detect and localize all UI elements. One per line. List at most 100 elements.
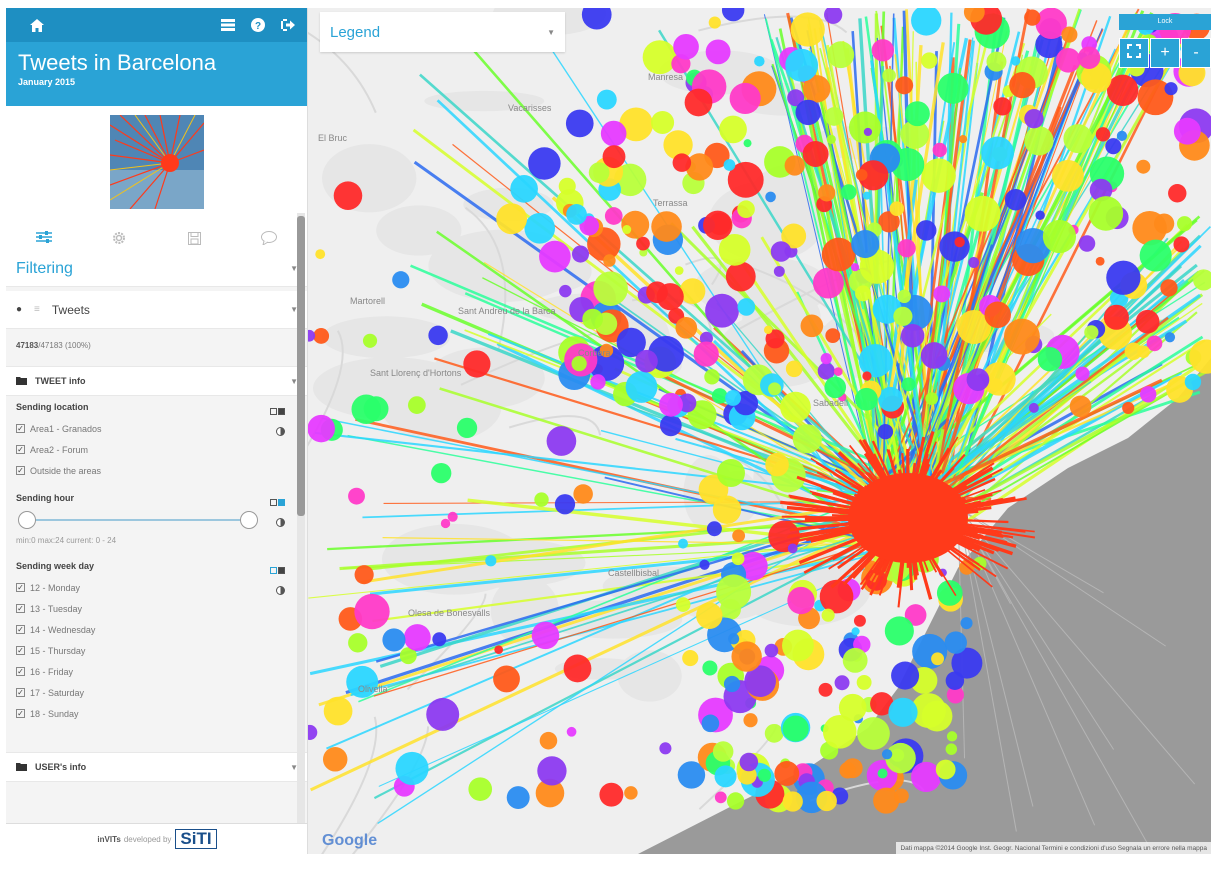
tweet-point <box>711 388 728 404</box>
deselect-all-toggle[interactable] <box>270 499 277 506</box>
tweet-point <box>795 99 821 126</box>
checkbox-saturday[interactable]: ✓ 17 - Saturday <box>16 682 298 703</box>
tweet-point <box>646 281 668 304</box>
tweet-point <box>426 697 460 731</box>
checkbox-thursday[interactable]: ✓ 15 - Thursday <box>16 640 298 661</box>
zoom-out-button[interactable]: - <box>1181 38 1211 68</box>
checkbox-area2[interactable]: ✓ Area2 - Forum <box>16 439 298 460</box>
tweet-point <box>1010 56 1021 66</box>
tweet-point <box>821 608 835 622</box>
slider-track <box>26 519 250 521</box>
tweet-point <box>743 713 758 728</box>
svg-text:?: ? <box>255 21 261 32</box>
tweet-point <box>726 792 745 810</box>
tweet-point <box>770 241 792 262</box>
zoom-in-button[interactable]: + <box>1150 38 1180 68</box>
map-attribution[interactable]: Dati mappa ©2014 Google Inst. Geogr. Nac… <box>896 842 1211 854</box>
tweet-point <box>1024 9 1041 26</box>
tweet-point <box>993 97 1012 116</box>
home-icon[interactable] <box>28 16 46 34</box>
tweet-point <box>932 142 947 158</box>
tweet-point <box>802 141 829 167</box>
list-icon[interactable] <box>219 16 237 34</box>
checkbox-box[interactable]: ✓ <box>16 583 25 592</box>
checkbox-area1[interactable]: ✓ Area1 - Granados <box>16 418 298 439</box>
checkbox-box[interactable]: ✓ <box>16 445 25 454</box>
tweet-point <box>559 284 572 298</box>
checkbox-label: Area2 - Forum <box>30 444 89 455</box>
checkbox-monday[interactable]: ✓ 12 - Monday <box>16 577 298 598</box>
footer-brand: inVITs <box>97 834 121 844</box>
top-toolbar: ? <box>6 8 307 42</box>
siti-logo[interactable]: SiTI <box>175 829 217 849</box>
checkbox-box[interactable]: ✓ <box>16 604 25 613</box>
tweet-point <box>939 231 970 262</box>
select-all-toggle[interactable] <box>278 408 285 415</box>
place-label: Sant Andreu de la Barca <box>458 306 556 316</box>
layer-selector[interactable]: ● ≡ Tweets ▼ <box>6 291 307 329</box>
tweet-point <box>600 120 627 147</box>
hour-slider-info: min:0 max:24 current: 0 - 24 <box>16 536 117 545</box>
map-view[interactable]: Manresa Vacarisses Sant Llorenç d'Hortons M… <box>308 8 1211 854</box>
tweet-point <box>447 511 458 522</box>
checkbox-sunday[interactable]: ✓ 18 - Sunday <box>16 703 298 724</box>
checkbox-box[interactable]: ✓ <box>16 667 25 676</box>
eye-icon[interactable]: ● <box>16 304 22 315</box>
tweet-point <box>900 323 925 348</box>
tweet-point <box>824 376 847 399</box>
checkbox-box[interactable]: ✓ <box>16 625 25 634</box>
map-canvas[interactable] <box>308 8 1211 854</box>
tweet-point <box>403 624 431 651</box>
checkbox-box[interactable]: ✓ <box>16 466 25 475</box>
save-icon <box>187 231 201 248</box>
checkbox-box[interactable]: ✓ <box>16 646 25 655</box>
invert-icon[interactable] <box>276 586 285 595</box>
tweet-point <box>891 661 920 690</box>
place-label: Vacarisses <box>508 103 552 113</box>
checkbox-box[interactable]: ✓ <box>16 424 25 433</box>
deselect-all-toggle[interactable] <box>270 567 277 574</box>
tweet-point <box>1168 184 1187 203</box>
tweet-point <box>636 236 650 251</box>
layer-label: Tweets <box>51 302 90 317</box>
checkbox-outside[interactable]: ✓ Outside the areas <box>16 460 298 481</box>
select-all-toggle[interactable] <box>278 567 285 574</box>
tweet-point <box>1106 260 1141 295</box>
checkbox-friday[interactable]: ✓ 16 - Friday <box>16 661 298 682</box>
user-info-header[interactable]: USER's info ▼ <box>6 752 307 782</box>
tweet-point <box>539 731 558 750</box>
sending-hour-title: Sending hour <box>16 493 74 503</box>
filtering-header[interactable]: Filtering ▼ <box>6 251 307 287</box>
checkbox-wednesday[interactable]: ✓ 14 - Wednesday <box>16 619 298 640</box>
tweet-point <box>1024 109 1044 129</box>
tweet-point <box>408 396 426 414</box>
help-icon[interactable]: ? <box>249 16 267 34</box>
fullscreen-button[interactable] <box>1119 38 1149 68</box>
sidebar-scrollbar-thumb[interactable] <box>297 216 305 516</box>
logout-icon[interactable] <box>279 16 297 34</box>
select-all-toggle[interactable] <box>278 499 285 506</box>
tweet-point <box>1103 304 1129 330</box>
invert-icon[interactable] <box>276 518 285 527</box>
tweet-point <box>773 265 785 277</box>
deselect-all-toggle[interactable] <box>270 408 277 415</box>
tweet-point <box>1077 46 1101 69</box>
tweet-info-header[interactable]: TWEET info ▼ <box>6 366 307 396</box>
legend-panel[interactable]: Legend ▼ <box>320 12 565 52</box>
invert-icon[interactable] <box>276 427 285 436</box>
slider-handle-max[interactable] <box>240 511 258 529</box>
tweet-point <box>863 127 873 137</box>
tweet-point <box>1095 256 1105 266</box>
slider-handle-min[interactable] <box>18 511 36 529</box>
tweet-point <box>719 115 747 144</box>
lock-button[interactable]: Lock <box>1119 14 1211 30</box>
tweet-point <box>933 285 951 303</box>
checkbox-box[interactable]: ✓ <box>16 688 25 697</box>
checkbox-box[interactable]: ✓ <box>16 709 25 718</box>
tweet-point <box>674 266 684 275</box>
hour-range-slider[interactable] <box>18 509 258 531</box>
tweet-point <box>1106 74 1139 107</box>
tweet-point <box>1160 279 1178 297</box>
place-label: Sabadell <box>813 398 849 408</box>
checkbox-tuesday[interactable]: ✓ 13 - Tuesday <box>16 598 298 619</box>
